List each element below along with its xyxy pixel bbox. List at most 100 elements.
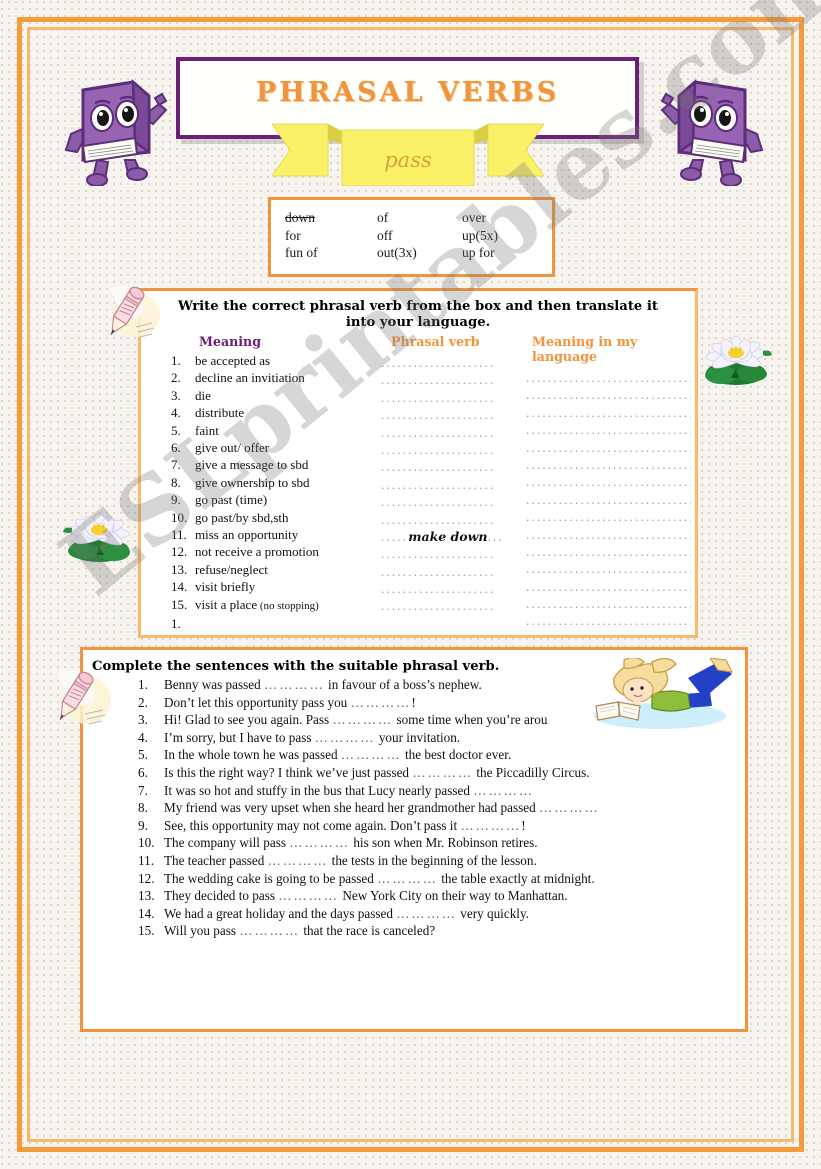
meaning-number: 8. [171, 474, 181, 490]
sentence-gap-blank[interactable]: ………… [539, 800, 600, 815]
phrasal-verb-answer-blank[interactable] [381, 615, 506, 632]
my-language-answer-blank[interactable]: ................................ [526, 578, 691, 595]
meaning-list-item: 1. [141, 615, 381, 632]
phrasal-verb-answer-blank[interactable]: ..................... [381, 563, 506, 580]
phrasal-verb-answer-blank[interactable]: ..................... [381, 389, 506, 406]
my-language-answer-blank[interactable]: ................................ [526, 421, 691, 438]
sentence-gap-blank[interactable]: ………… [460, 818, 521, 833]
sentence-gap-blank[interactable]: ………… [473, 783, 534, 798]
meaning-text: go past (time) [195, 492, 268, 508]
exercise-1-panel: Write the correct phrasal verb from the … [138, 288, 698, 638]
sentence-text: My friend was very upset when she heard … [164, 800, 600, 816]
my-language-answer-blank[interactable]: ................................ [526, 508, 691, 525]
phrasal-verb-answer-blank[interactable]: ..................... [381, 458, 506, 475]
sentence-text: Don’t let this opportunity pass you …………… [164, 694, 416, 710]
word-bank-item: of [377, 210, 389, 225]
sentence-list-item: 9. See, this opportunity may not come aga… [138, 817, 745, 835]
sentence-number: 5. [138, 747, 148, 763]
my-language-answer-blank[interactable] [526, 630, 691, 647]
meaning-number: 12. [171, 544, 188, 560]
word-bank-item: fun of [285, 245, 318, 260]
word-bank-item: down [285, 210, 315, 225]
sentence-gap-blank[interactable]: ………… [332, 712, 393, 727]
sentence-gap-blank[interactable]: ………… [377, 871, 438, 886]
sentence-text: See, this opportunity may not come again… [164, 817, 526, 833]
meaning-number: 1. [171, 353, 181, 368]
column-header-phrasal-verb: Phrasal verb [391, 334, 480, 349]
sentence-number: 14. [138, 905, 155, 921]
meaning-number: 10. [171, 509, 188, 525]
sentence-list-item: 6. Is this the right way? I think we’ve j… [138, 764, 745, 782]
sentence-gap-blank[interactable]: ………… [351, 695, 412, 710]
sentence-gap-blank[interactable]: ………… [412, 765, 473, 780]
phrasal-verb-answer-blank[interactable]: ..................... [381, 354, 506, 371]
meaning-list-item: 13. refuse/neglect [141, 561, 381, 578]
my-language-answer-blank[interactable]: ................................ [526, 612, 691, 629]
meaning-text: not receive a promotion [195, 544, 319, 560]
my-language-answer-blank[interactable]: ................................ [526, 543, 691, 560]
sentence-gap-blank[interactable]: ………… [268, 853, 329, 868]
sentence-list-item: 7. It was so hot and stuffy in the bus th… [138, 782, 745, 800]
meaning-list-item: 3. die [141, 387, 381, 404]
phrasal-verb-answer-blank[interactable]: ..................... [381, 493, 506, 510]
sentence-text: They decided to pass ………… New York City … [164, 888, 568, 904]
sentence-list-item: 15. Will you pass ………… that the race is c… [138, 922, 745, 940]
sentence-list-item: 14. We had a great holiday and the days p… [138, 905, 745, 923]
sentence-text: We had a great holiday and the days pass… [164, 905, 529, 921]
my-language-answer-blank[interactable]: ................................ [526, 473, 691, 490]
meaning-list-item: 2. decline an invitiation [141, 369, 381, 386]
sentence-gap-blank[interactable]: ………… [278, 888, 339, 903]
column-header-my-language: Meaning in my language [532, 334, 638, 364]
phrasal-verb-answer-blank[interactable]: ..................... [381, 545, 506, 562]
my-language-answer-blank[interactable]: ................................ [526, 491, 691, 508]
my-language-answer-blank[interactable]: ................................ [526, 386, 691, 403]
phrasal-verb-answer-blank[interactable]: ..................... [381, 441, 506, 458]
meaning-text: visit a place (no stopping) [195, 596, 319, 612]
word-bank-item: for [285, 227, 301, 243]
phrasal-verb-answer-column: ........................................… [381, 352, 526, 632]
sentence-gap-blank[interactable]: ………… [396, 906, 457, 921]
phrasal-verb-answer-blank[interactable]: ..................... [381, 406, 506, 423]
meaning-text: faint [195, 422, 219, 438]
sentence-list-item: 12. The wedding cake is going to be passe… [138, 870, 745, 888]
phrasal-verb-answer-blank[interactable]: ..................... [381, 476, 506, 493]
phrasal-verb-answer-blank[interactable]: ..................... [381, 424, 506, 441]
meaning-text: go past/by sbd,sth [195, 509, 289, 525]
sentence-text: Will you pass ………… that the race is canc… [164, 923, 436, 939]
phrasal-verb-answer-blank[interactable]: ..................... [381, 371, 506, 388]
page-title: PHRASAL VERBS [255, 77, 560, 108]
sentence-number: 15. [138, 923, 155, 939]
meaning-list-item: 9. go past (time) [141, 491, 381, 508]
sentence-gap-blank[interactable]: ………… [315, 730, 376, 745]
sentence-gap-blank[interactable]: ………… [289, 835, 350, 850]
sentence-gap-blank[interactable]: ………… [239, 923, 300, 938]
sentence-number: 12. [138, 870, 155, 886]
phrasal-verb-answer-filled[interactable]: .....make down... [381, 528, 506, 545]
sentence-gap-blank[interactable]: ………… [264, 677, 325, 692]
sentence-text: Is this the right way? I think we’ve jus… [164, 764, 590, 780]
my-language-answer-blank[interactable]: ................................ [526, 526, 691, 543]
sentence-number: 3. [138, 712, 148, 728]
phrasal-verb-answer-blank[interactable]: ..................... [381, 511, 506, 528]
meaning-text: give out/ offer [195, 440, 270, 456]
purple-book-character-icon [660, 68, 765, 191]
water-lily-flower-icon [701, 331, 775, 392]
sentence-list-item: 10. The company will pass ………… his son wh… [138, 834, 745, 852]
my-language-answer-blank[interactable]: ................................ [526, 595, 691, 612]
my-language-answer-blank[interactable]: ................................ [526, 456, 691, 473]
meaning-list-item: 14. visit briefly [141, 578, 381, 595]
word-bank-grid: down of over for off up(5x) fun of out(3x) up fo… [271, 200, 552, 262]
my-language-answer-blank[interactable]: ................................ [526, 404, 691, 421]
my-language-answer-blank[interactable]: ................................ [526, 439, 691, 456]
my-language-answer-column: ........................................… [526, 367, 701, 647]
exercise-1-table: Meaning 1. be accepted as 2. decline an inv… [141, 334, 695, 647]
purple-book-character-icon [63, 68, 168, 191]
my-language-answer-blank[interactable]: ................................ [526, 560, 691, 577]
word-bank-item: over [462, 210, 486, 225]
sentence-gap-blank[interactable]: ………… [341, 747, 402, 762]
sentence-number: 9. [138, 817, 148, 833]
meaning-list-item: 15. visit a place (no stopping) [141, 596, 381, 615]
my-language-answer-blank[interactable]: ................................ [526, 369, 691, 386]
phrasal-verb-answer-blank[interactable]: ..................... [381, 597, 506, 614]
phrasal-verb-answer-blank[interactable]: ..................... [381, 580, 506, 597]
